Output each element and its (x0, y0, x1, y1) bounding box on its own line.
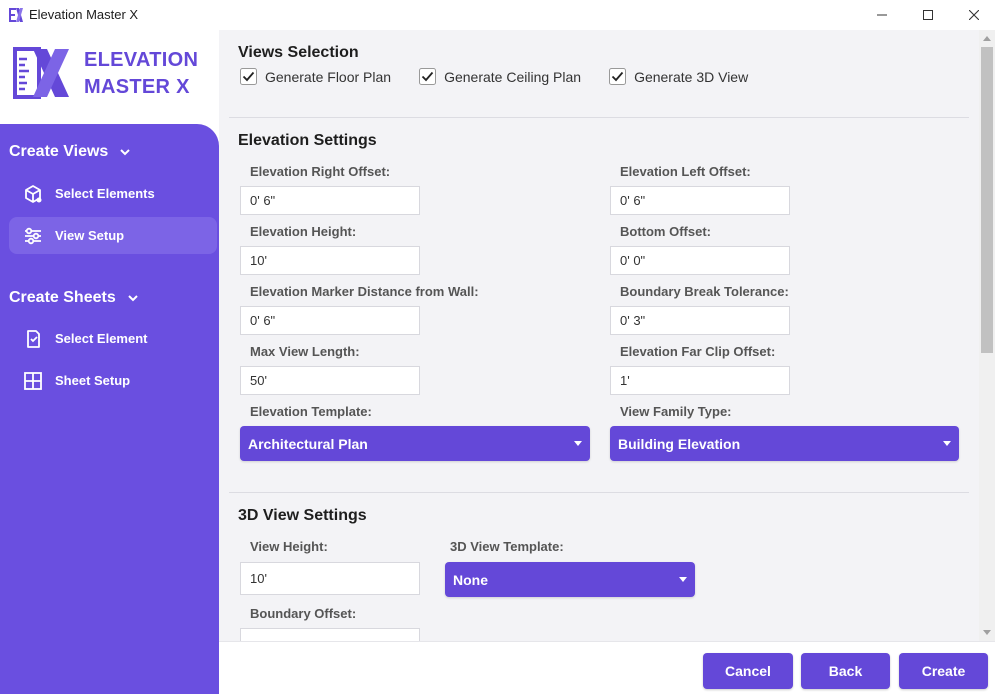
grid-layout-icon (22, 370, 44, 392)
scroll-thumb[interactable] (981, 47, 993, 353)
chevron-down-icon (128, 295, 138, 302)
section-title: Create Sheets (9, 289, 116, 306)
sidebar-item-label: Select Elements (55, 186, 155, 201)
sidebar: Create Views Select Elements View Setup … (0, 124, 219, 694)
field-label: Boundary Offset: (250, 606, 357, 621)
checkbox-ceiling-plan[interactable]: Generate Ceiling Plan (419, 68, 581, 85)
boundary-offset-input[interactable] (240, 628, 420, 641)
title-bar: Elevation Master X (0, 0, 995, 30)
checkbox-label: Generate Ceiling Plan (444, 68, 582, 85)
dropdown-value: Building Elevation (618, 435, 741, 452)
max-view-length-input[interactable] (240, 366, 420, 395)
views-selection-title: Views Selection (238, 44, 359, 61)
dropdown-value: None (453, 571, 488, 588)
3d-view-settings-title: 3D View Settings (238, 507, 367, 524)
section-title: Create Views (9, 143, 109, 160)
caret-down-icon (574, 441, 582, 446)
boundary-break-tolerance-input[interactable] (610, 306, 790, 335)
maximize-button[interactable] (905, 0, 951, 30)
views-selection-options: Generate Floor Plan Generate Ceiling Pla… (240, 68, 776, 85)
brand-logo-icon (13, 47, 69, 99)
far-clip-offset-input[interactable] (610, 366, 790, 395)
divider (229, 117, 969, 118)
divider (229, 492, 969, 493)
elevation-left-offset-input[interactable] (610, 186, 790, 215)
field-label: Elevation Right Offset: (250, 164, 391, 179)
bottom-offset-input[interactable] (610, 246, 790, 275)
footer-bar: Cancel Back Create (219, 641, 995, 694)
section-create-views[interactable]: Create Views (9, 143, 131, 161)
checkbox-label: Generate 3D View (634, 68, 749, 85)
sliders-icon (22, 225, 44, 247)
main-panel: Views Selection Generate Floor Plan Gene… (219, 30, 995, 641)
scroll-down-arrow-icon[interactable] (983, 630, 991, 635)
field-label: Elevation Template: (250, 404, 372, 419)
3d-view-template-dropdown[interactable]: None (445, 562, 695, 597)
section-create-sheets[interactable]: Create Sheets (9, 289, 138, 307)
sheet-select-icon (22, 328, 44, 350)
window-title: Elevation Master X (29, 7, 139, 22)
maximize-icon (923, 10, 933, 20)
checkbox-label: Generate Floor Plan (265, 68, 392, 85)
sidebar-item-select-element[interactable]: Select Element (9, 320, 217, 357)
close-button[interactable] (951, 0, 995, 30)
brand-area: ELEVATION MASTER X (0, 30, 219, 126)
brand-name-line2: MASTER X (84, 76, 190, 98)
minimize-icon (877, 14, 887, 16)
scroll-up-arrow-icon[interactable] (983, 36, 991, 41)
marker-distance-input[interactable] (240, 306, 420, 335)
sidebar-item-label: View Setup (55, 228, 125, 243)
field-label: Elevation Height: (250, 224, 357, 239)
elevation-settings-title: Elevation Settings (238, 132, 377, 149)
sidebar-item-label: Select Element (55, 331, 148, 346)
close-icon (969, 10, 979, 20)
field-label: View Height: (250, 539, 328, 554)
field-label: View Family Type: (620, 404, 732, 419)
cancel-button[interactable]: Cancel (703, 653, 793, 689)
brand-name-line1: ELEVATION (84, 49, 199, 71)
checkbox-3d-view[interactable]: Generate 3D View (609, 68, 748, 85)
dropdown-value: Architectural Plan (248, 435, 368, 452)
vertical-scrollbar[interactable] (979, 30, 995, 641)
checkmark-icon (419, 68, 437, 85)
field-label: Bottom Offset: (620, 224, 711, 239)
create-button[interactable]: Create (899, 653, 988, 689)
caret-down-icon (943, 441, 951, 446)
view-family-type-dropdown[interactable]: Building Elevation (610, 426, 959, 461)
field-label: Elevation Far Clip Offset: (620, 344, 776, 359)
sidebar-item-sheet-setup[interactable]: Sheet Setup (9, 362, 217, 399)
sidebar-item-label: Sheet Setup (55, 373, 131, 388)
elevation-template-dropdown[interactable]: Architectural Plan (240, 426, 590, 461)
checkbox-floor-plan[interactable]: Generate Floor Plan (240, 68, 391, 85)
cube-select-icon (22, 183, 44, 205)
checkmark-icon (240, 68, 257, 85)
elevation-right-offset-input[interactable] (240, 186, 420, 215)
elevation-height-input[interactable] (240, 246, 420, 275)
chevron-down-icon (120, 149, 131, 156)
field-label: 3D View Template: (450, 539, 564, 554)
field-label: Boundary Break Tolerance: (620, 284, 789, 299)
app-logo-icon (9, 8, 23, 22)
checkmark-icon (609, 68, 627, 85)
minimize-button[interactable] (859, 0, 905, 30)
view-height-input[interactable] (240, 562, 420, 595)
field-label: Elevation Marker Distance from Wall: (250, 284, 479, 299)
back-button[interactable]: Back (801, 653, 890, 689)
field-label: Elevation Left Offset: (620, 164, 751, 179)
field-label: Max View Length: (250, 344, 360, 359)
caret-down-icon (679, 577, 687, 582)
sidebar-item-view-setup[interactable]: View Setup (9, 217, 217, 254)
sidebar-item-select-elements[interactable]: Select Elements (9, 175, 217, 212)
